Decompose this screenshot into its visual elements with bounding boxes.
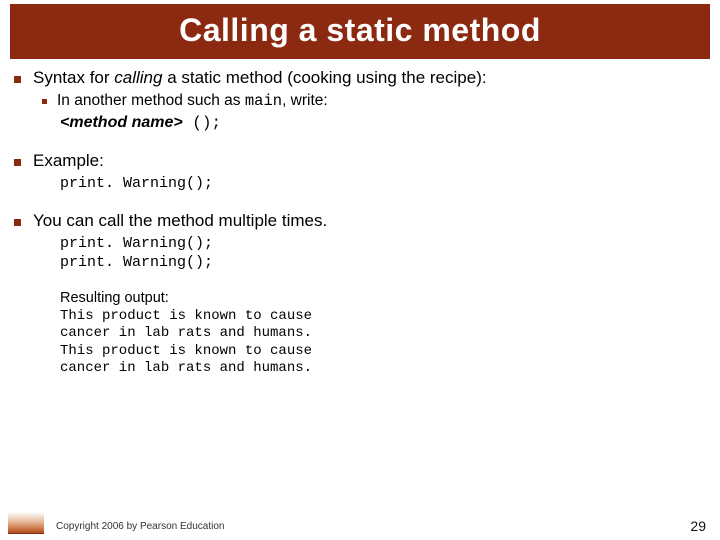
bullet-icon xyxy=(14,76,21,83)
text: Syntax for xyxy=(33,68,114,87)
result-output: This product is known to cause cancer in… xyxy=(60,308,706,378)
text: , write: xyxy=(282,92,328,109)
bullet-icon xyxy=(14,219,21,226)
text: In another method such as xyxy=(57,92,245,109)
bullet-icon xyxy=(42,99,47,104)
bullet-1-sub: In another method such as main, write: xyxy=(14,91,706,111)
bullet-2-label: Example: xyxy=(33,150,104,172)
bullet-3-label: You can call the method multiple times. xyxy=(33,210,327,232)
footer-decoration xyxy=(8,512,44,534)
footer: Copyright 2006 by Pearson Education 29 xyxy=(0,514,720,534)
text: a static method (cooking using the recip… xyxy=(162,68,486,87)
bullet-1-sub-text: In another method such as main, write: xyxy=(57,91,328,111)
bullet-3: You can call the method multiple times. xyxy=(14,210,706,232)
result-label: Resulting output: xyxy=(60,289,706,308)
code-inline: main xyxy=(245,92,282,110)
bullet-1-text: Syntax for calling a static method (cook… xyxy=(33,67,487,89)
title-bar: Calling a static method xyxy=(10,4,710,59)
syntax-line: <method name> (); xyxy=(60,113,706,134)
bullet-2: Example: xyxy=(14,150,706,172)
text-italic: calling xyxy=(114,68,162,87)
page-number: 29 xyxy=(690,518,706,534)
example-code: print. Warning(); xyxy=(60,174,706,194)
syntax-placeholder: <method name> xyxy=(60,114,183,131)
copyright: Copyright 2006 by Pearson Education xyxy=(56,521,224,532)
slide-content: Syntax for calling a static method (cook… xyxy=(0,59,720,378)
multiple-call-code: print. Warning(); print. Warning(); xyxy=(60,234,706,273)
syntax-call: (); xyxy=(183,114,221,132)
bullet-1: Syntax for calling a static method (cook… xyxy=(14,67,706,89)
slide-title: Calling a static method xyxy=(10,12,710,49)
result-block: Resulting output: This product is known … xyxy=(60,289,706,378)
bullet-icon xyxy=(14,159,21,166)
